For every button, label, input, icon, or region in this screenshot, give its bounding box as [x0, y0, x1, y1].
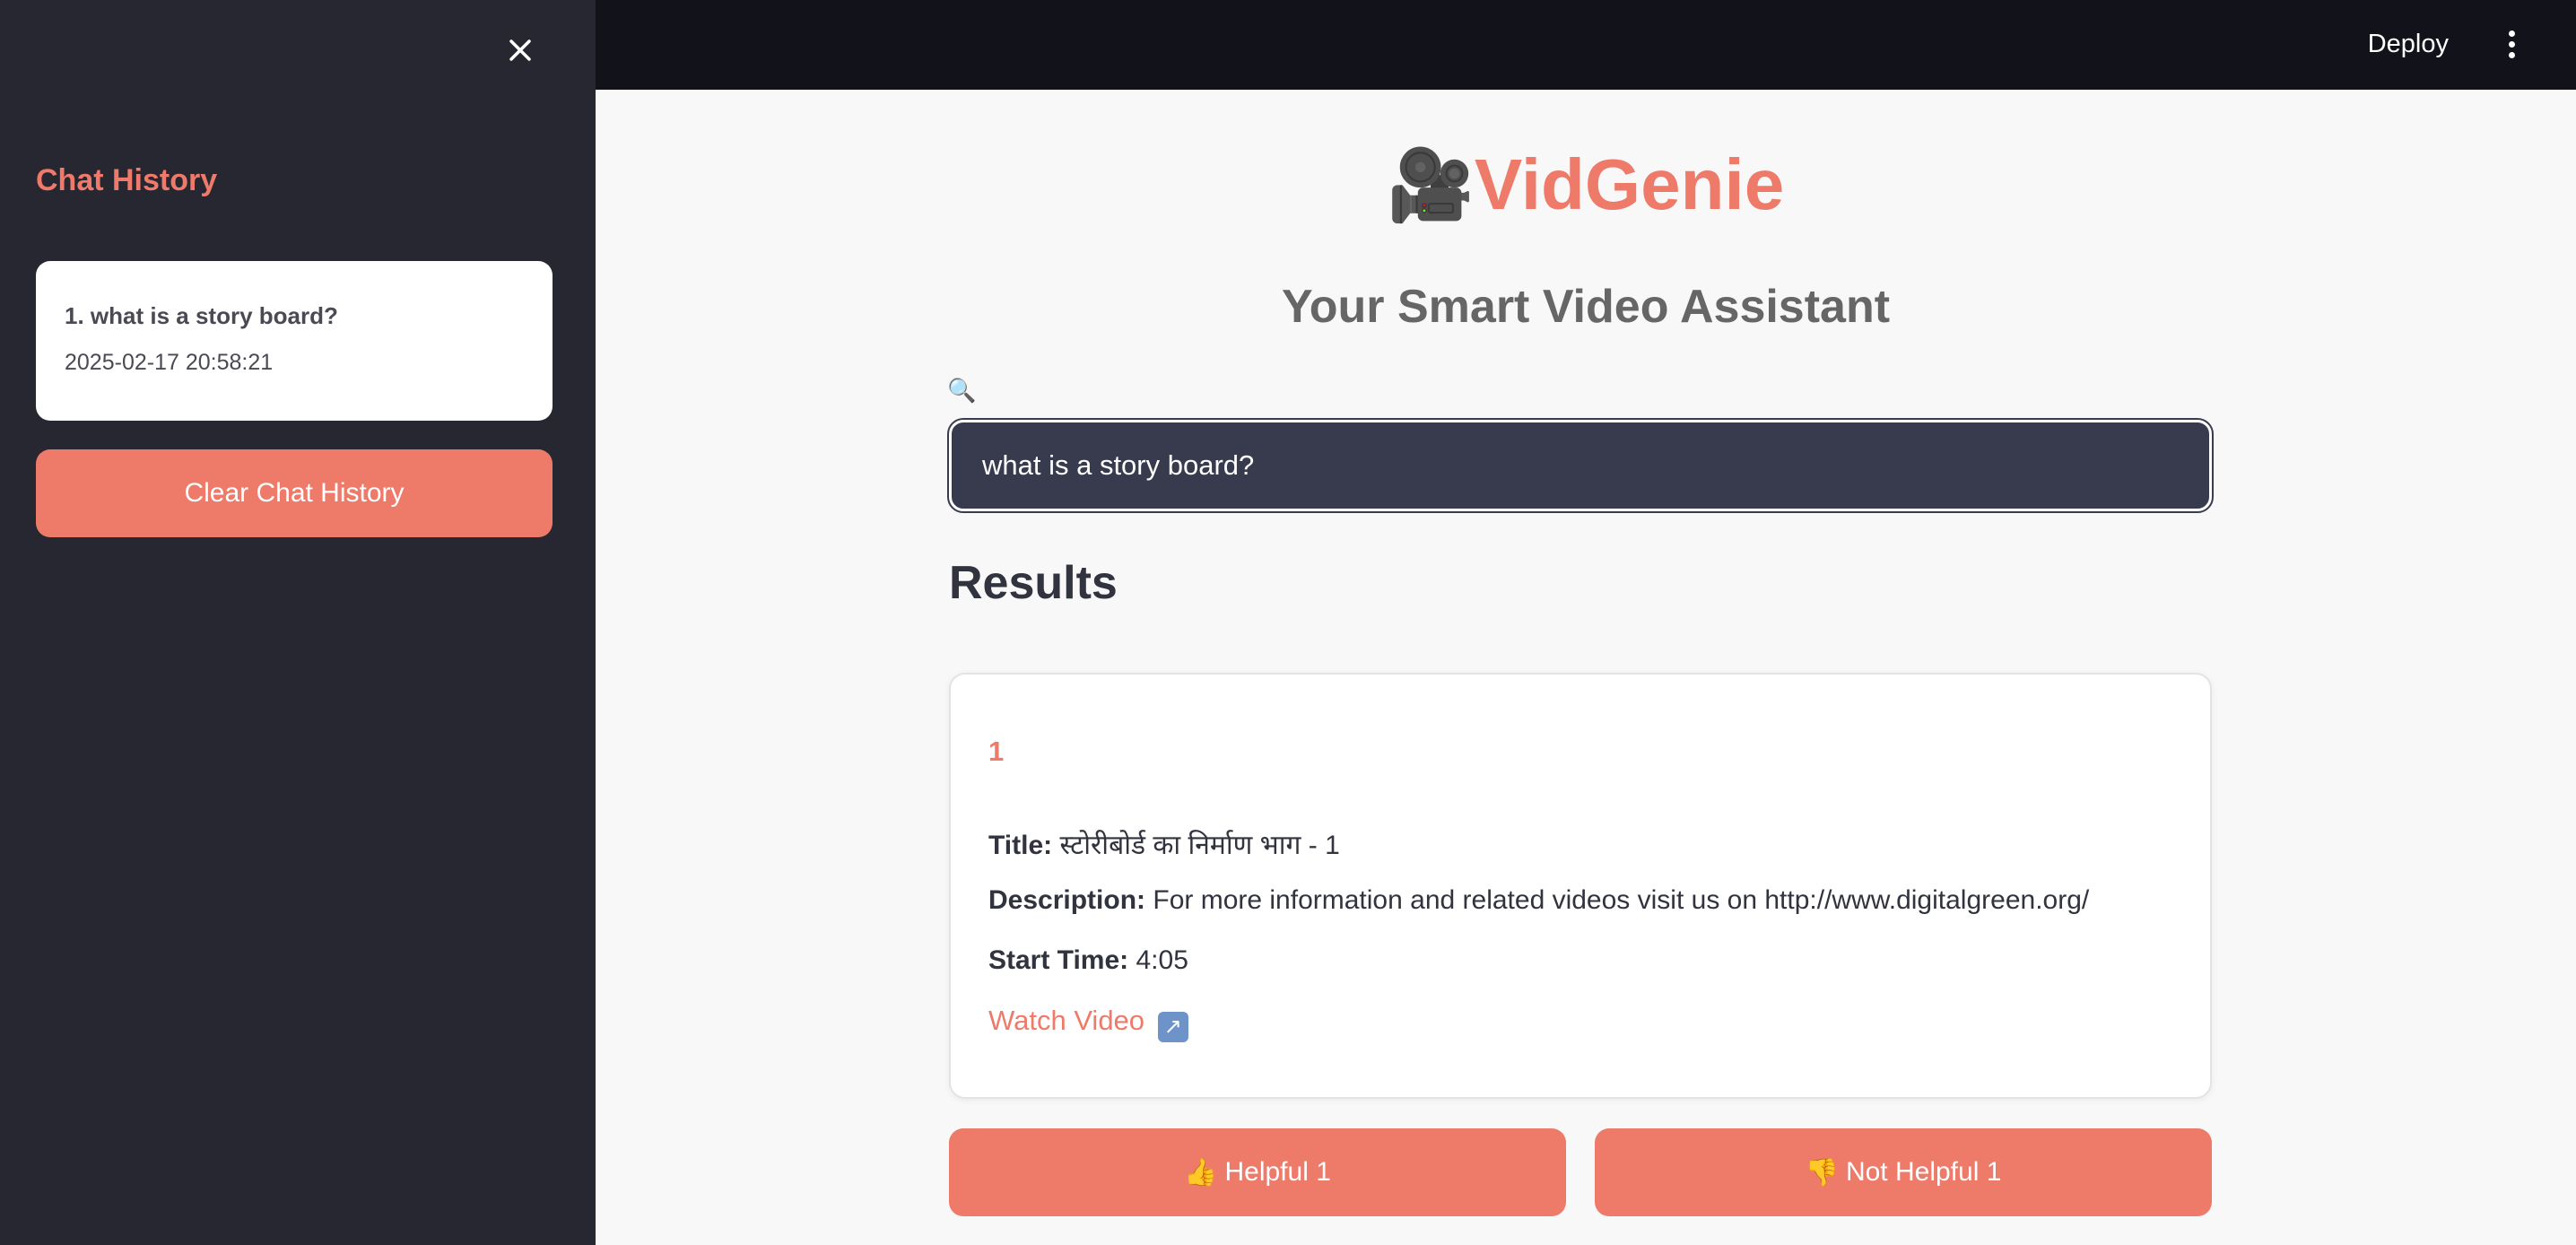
clear-chat-history-button[interactable]: Clear Chat History: [36, 449, 553, 537]
result-start-time: 4:05: [1136, 945, 1188, 975]
helpful-button[interactable]: 👍 Helpful 1: [949, 1128, 1566, 1216]
close-icon: [509, 39, 531, 61]
history-question: 1. what is a story board?: [65, 302, 338, 329]
helpful-label: Helpful 1: [1224, 1157, 1331, 1187]
result-start-row: Start Time: 4:05: [988, 945, 1188, 976]
watch-video-label: Watch Video: [988, 1005, 1145, 1036]
result-description-label: Description:: [988, 885, 1146, 915]
not-helpful-label: Not Helpful 1: [1845, 1157, 2002, 1187]
result-card: 1 Title: स्टोरीबोर्ड का निर्माण भाग - 1 …: [949, 673, 2212, 1099]
sidebar-title: Chat History: [36, 163, 218, 197]
top-bar: Deploy: [596, 0, 2576, 90]
thumbs-down-icon: 👎: [1805, 1157, 1839, 1188]
result-title: स्टोरीबोर्ड का निर्माण भाग - 1: [1059, 831, 1340, 860]
result-title-row: Title: स्टोरीबोर्ड का निर्माण भाग - 1: [988, 825, 1340, 862]
result-index: 1: [988, 736, 1005, 767]
external-link-icon: ↗: [1157, 1012, 1188, 1042]
close-sidebar-button[interactable]: [502, 32, 538, 68]
app-title-text: VidGenie: [1474, 144, 1785, 224]
result-title-label: Title:: [988, 831, 1053, 860]
search-icon: 🔍: [947, 377, 977, 404]
result-description: For more information and related videos …: [1153, 885, 2090, 915]
results-heading: Results: [949, 557, 1118, 609]
search-input[interactable]: [947, 418, 2214, 513]
not-helpful-button[interactable]: 👎 Not Helpful 1: [1595, 1128, 2212, 1216]
main-content: 🎥VidGenie Your Smart Video Assistant 🔍 R…: [596, 90, 2576, 1245]
watch-video-link[interactable]: Watch Video ↗: [988, 1005, 1188, 1042]
result-description-row: Description: For more information and re…: [988, 885, 2089, 916]
deploy-button[interactable]: Deploy: [2368, 30, 2449, 59]
main-menu-button[interactable]: [2504, 30, 2519, 61]
sidebar: Chat History 1. what is a story board? 2…: [0, 0, 596, 1245]
movie-camera-icon: 🎥: [1387, 145, 1475, 224]
app-title: 🎥VidGenie: [596, 144, 2576, 227]
result-start-label: Start Time:: [988, 945, 1129, 975]
app-subtitle: Your Smart Video Assistant: [1281, 281, 1891, 333]
thumbs-up-icon: 👍: [1184, 1157, 1218, 1188]
kebab-menu-icon: [2504, 30, 2519, 58]
history-item[interactable]: 1. what is a story board? 2025-02-17 20:…: [36, 261, 553, 421]
history-timestamp: 2025-02-17 20:58:21: [65, 350, 274, 375]
